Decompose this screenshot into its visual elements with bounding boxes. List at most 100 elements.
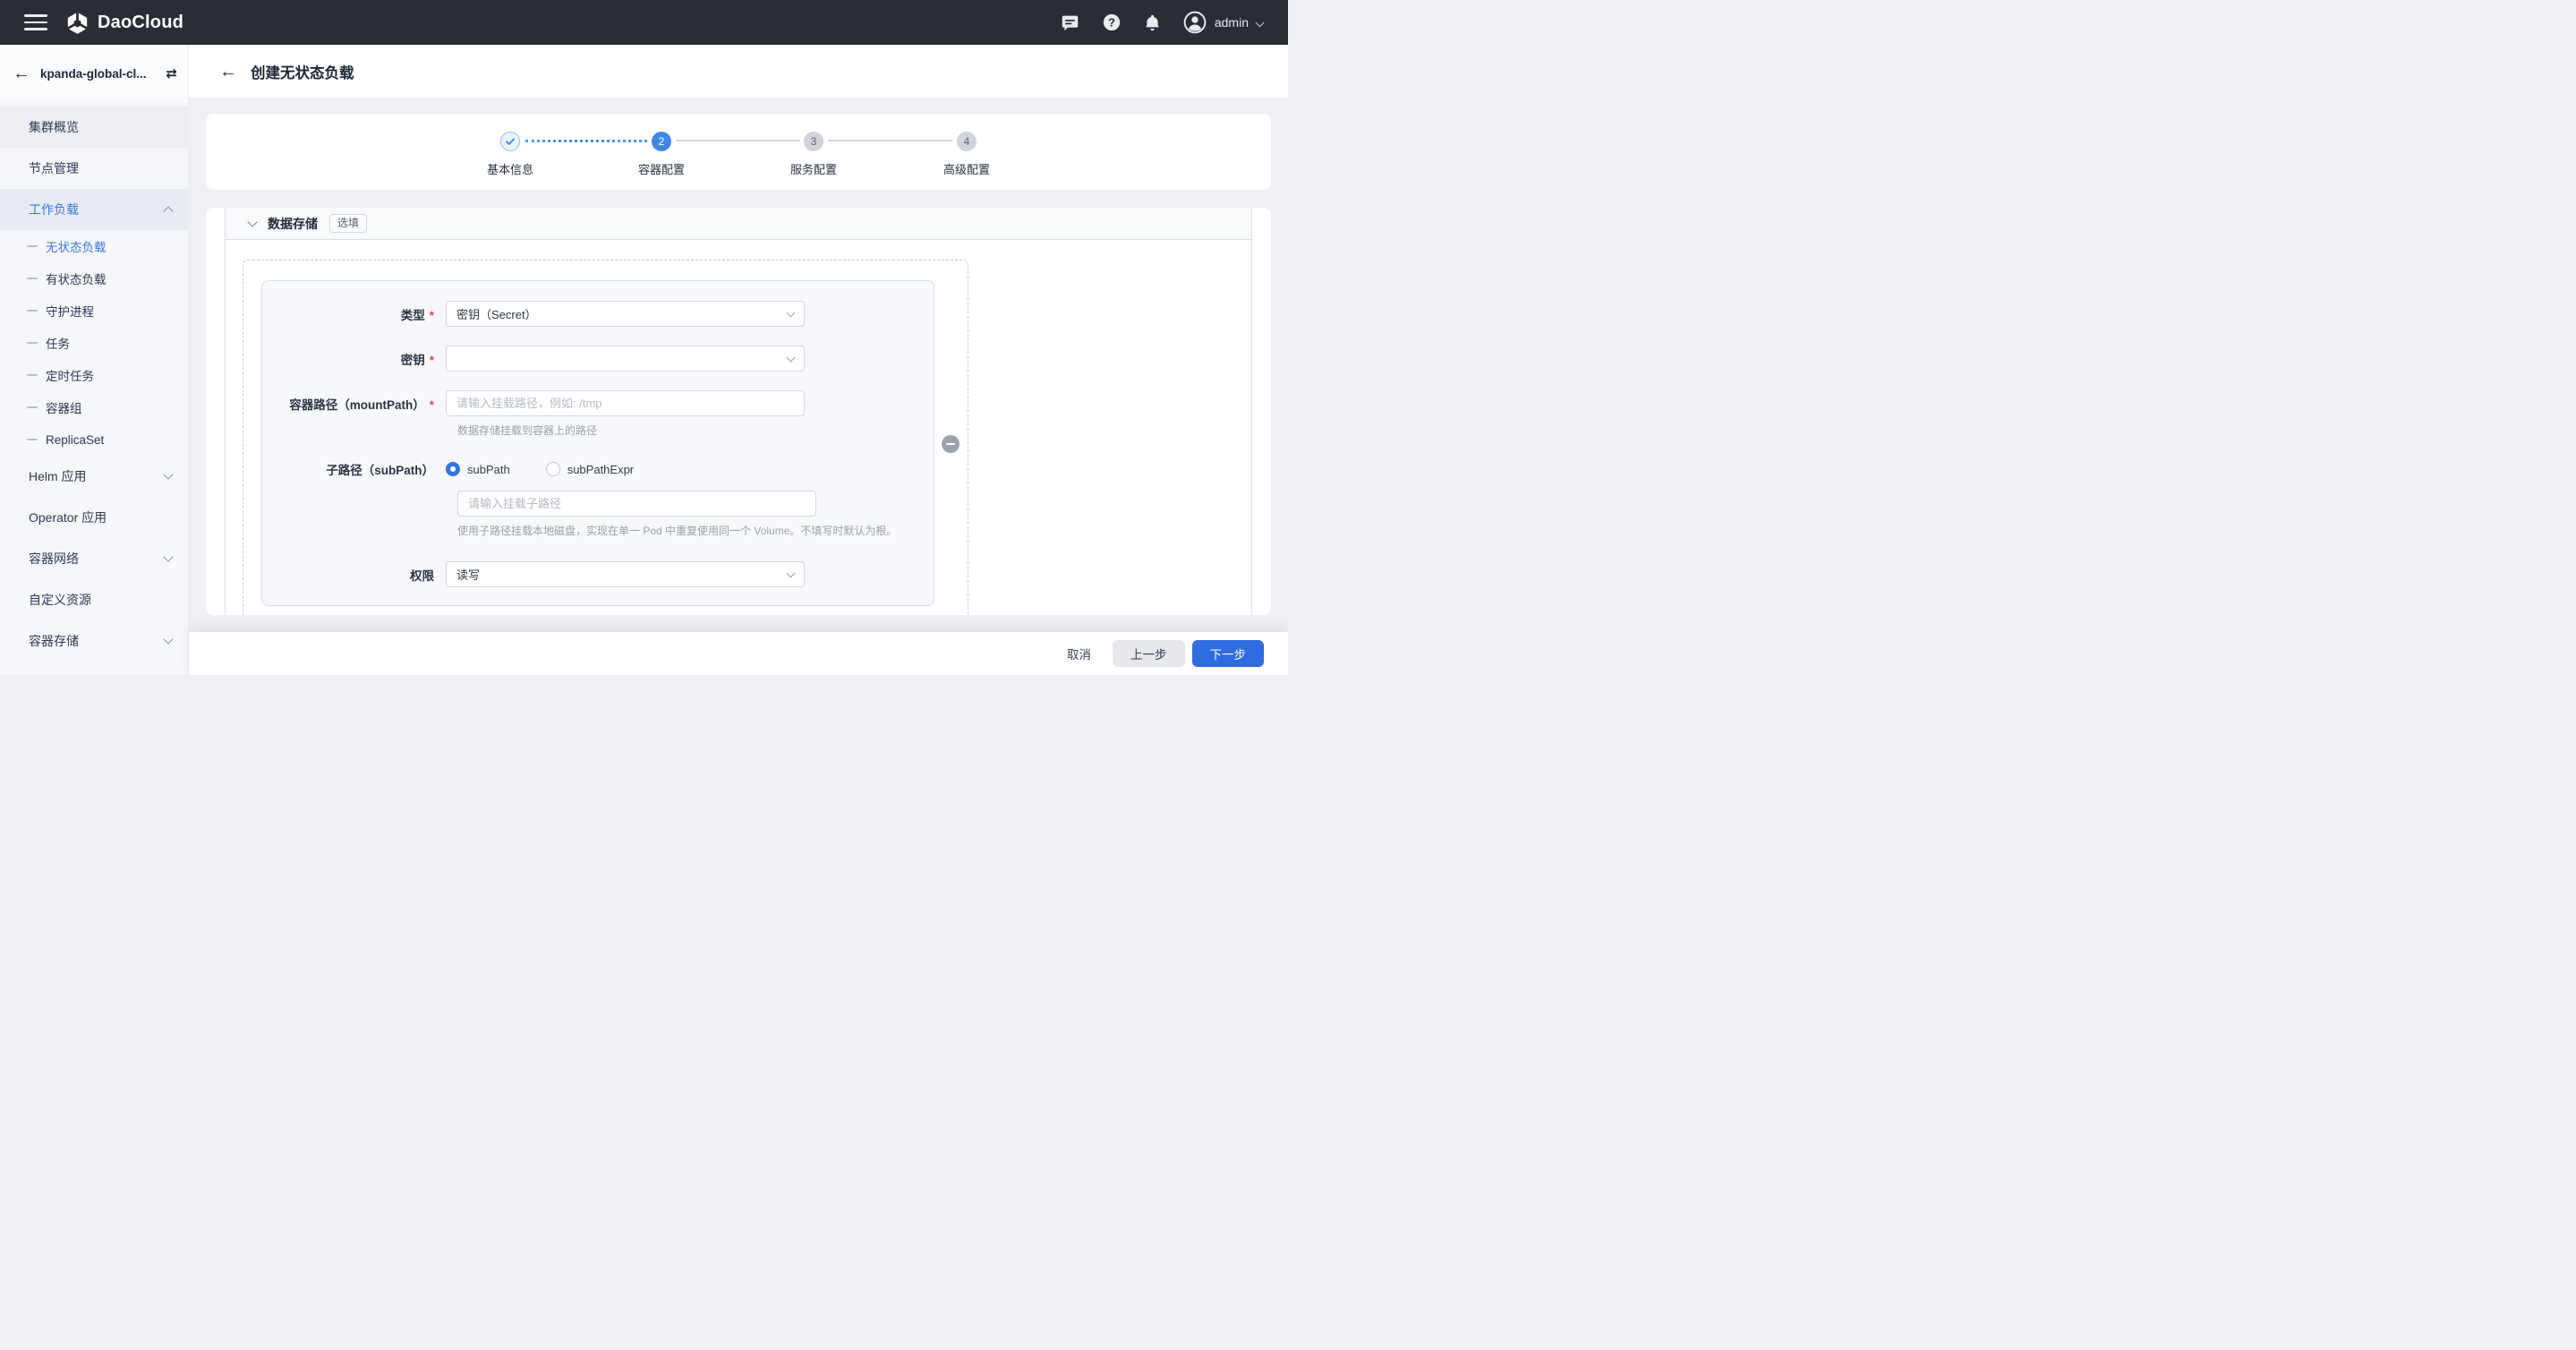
secret-field-row: 密钥 * — [262, 346, 934, 372]
check-icon — [506, 138, 515, 145]
required-asterisk: * — [429, 397, 434, 412]
message-icon[interactable] — [1060, 12, 1081, 33]
screen: DaoCloud ? admin ← kpanda-global-cl... ⇄… — [0, 0, 1288, 675]
minus-icon — [946, 442, 955, 446]
footer-action-bar: 取消 上一步 下一步 — [189, 632, 1288, 675]
dash-icon — [27, 406, 38, 409]
previous-step-button[interactable]: 上一步 — [1113, 640, 1185, 667]
stepper-connector — [676, 140, 800, 141]
chevron-down-icon — [786, 353, 796, 362]
chevron-down-icon — [247, 217, 258, 227]
step-3-label: 服务配置 — [789, 163, 837, 176]
sidebar: ← kpanda-global-cl... ⇄ 集群概览 节点管理 工作负载 无… — [0, 45, 189, 675]
container-config-panel: 数据存储 选填 类型 * 密钥（Secret） 密钥 * 容器路径（mountP… — [206, 208, 1271, 615]
sidebar-item-replicasets[interactable]: ReplicaSet — [0, 423, 188, 456]
notification-bell-icon[interactable] — [1142, 12, 1164, 33]
dash-icon — [27, 277, 38, 280]
volume-entry-container: 类型 * 密钥（Secret） 密钥 * 容器路径（mountPath） * 请… — [243, 260, 968, 615]
remove-volume-button[interactable] — [942, 435, 960, 453]
permission-field-row: 权限 读写 — [262, 561, 934, 587]
hamburger-menu-icon[interactable] — [24, 14, 47, 30]
required-asterisk: * — [429, 353, 434, 367]
sidebar-item-container-storage[interactable]: 容器存储 — [0, 620, 188, 662]
chevron-down-icon — [786, 308, 796, 317]
subpath-label: 子路径（subPath） — [326, 464, 434, 477]
stepper-connector-done — [525, 140, 647, 142]
sidebar-item-jobs[interactable]: 任务 — [0, 327, 188, 359]
sidebar-item-operator-apps[interactable]: Operator 应用 — [0, 497, 188, 538]
required-asterisk: * — [429, 308, 434, 322]
dash-icon — [27, 438, 38, 441]
cancel-button[interactable]: 取消 — [1067, 645, 1091, 662]
permission-select[interactable]: 读写 — [446, 561, 805, 587]
step-1-circle[interactable] — [500, 132, 520, 151]
data-storage-section: 数据存储 选填 类型 * 密钥（Secret） 密钥 * 容器路径（mountP… — [225, 208, 1252, 615]
step-4-circle[interactable]: 4 — [957, 132, 977, 151]
page-header: ← 创建无状态负载 — [189, 45, 1288, 98]
chevron-up-icon — [163, 206, 174, 217]
step-4-label: 高级配置 — [943, 163, 990, 176]
sidebar-item-daemonsets[interactable]: 守护进程 — [0, 295, 188, 327]
radio-unselected-icon — [545, 462, 560, 476]
volume-entry-card: 类型 * 密钥（Secret） 密钥 * 容器路径（mountPath） * 请… — [261, 280, 934, 606]
sidebar-item-cluster-overview[interactable]: 集群概览 — [0, 107, 188, 148]
sidebar-item-deployments[interactable]: 无状态负载 — [0, 230, 188, 262]
subpath-field-row: 子路径（subPath） subPath subPathExpr — [262, 460, 934, 478]
step-2-circle[interactable]: 2 — [652, 132, 671, 151]
stepper-connector — [828, 140, 952, 141]
secret-label: 密钥 * — [400, 353, 434, 367]
step-3-circle[interactable]: 3 — [804, 132, 823, 151]
cluster-back-icon[interactable]: ← — [13, 64, 30, 82]
step-1-label: 基本信息 — [486, 163, 533, 176]
subpath-radio[interactable]: subPath — [446, 462, 510, 476]
permission-label: 权限 — [410, 568, 434, 583]
sidebar-item-workloads[interactable]: 工作负载 — [0, 189, 188, 230]
dash-icon — [27, 341, 38, 345]
sidebar-item-node-management[interactable]: 节点管理 — [0, 148, 188, 189]
dash-icon — [27, 373, 38, 377]
cluster-switch-icon[interactable]: ⇄ — [166, 65, 177, 81]
data-storage-form: 类型 * 密钥（Secret） 密钥 * 容器路径（mountPath） * 请… — [226, 240, 1251, 615]
subpathexpr-radio[interactable]: subPathExpr — [545, 462, 634, 476]
chevron-down-icon — [786, 568, 796, 577]
subpath-radio-group: subPath subPathExpr — [446, 462, 634, 476]
type-select[interactable]: 密钥（Secret） — [446, 301, 805, 327]
sidebar-item-cronjobs[interactable]: 定时任务 — [0, 359, 188, 391]
help-icon[interactable]: ? — [1101, 12, 1122, 33]
radio-selected-icon — [446, 462, 460, 476]
sidebar-item-container-network[interactable]: 容器网络 — [0, 538, 188, 579]
topbar: DaoCloud ? admin — [0, 0, 1288, 45]
sidebar-item-statefulsets[interactable]: 有状态负载 — [0, 262, 188, 295]
subpath-input[interactable] — [457, 491, 816, 517]
page-back-icon[interactable]: ← — [219, 63, 237, 81]
sidebar-item-helm-apps[interactable]: Helm 应用 — [0, 456, 188, 497]
chevron-down-icon — [163, 469, 174, 480]
next-step-button[interactable]: 下一步 — [1191, 640, 1264, 667]
sidebar-menu: 集群概览 节点管理 工作负载 无状态负载 有状态负载 守护进程 任务 定时任务 … — [0, 102, 188, 662]
secret-select[interactable] — [446, 346, 805, 372]
sidebar-item-custom-resources[interactable]: 自定义资源 — [0, 579, 188, 620]
data-storage-collapse-header[interactable]: 数据存储 选填 — [226, 208, 1251, 240]
brand-name: DaoCloud — [98, 12, 184, 32]
dash-icon — [27, 244, 38, 248]
optional-badge: 选填 — [329, 214, 368, 233]
avatar — [1183, 11, 1207, 34]
mountpath-input[interactable] — [446, 390, 805, 416]
sidebar-cluster-header: ← kpanda-global-cl... ⇄ — [0, 45, 188, 102]
username: admin — [1214, 15, 1249, 30]
type-field-row: 类型 * 密钥（Secret） — [262, 301, 934, 327]
chevron-down-icon — [1255, 18, 1265, 27]
daocloud-cube-icon — [67, 12, 88, 34]
chevron-down-icon — [163, 634, 174, 645]
cluster-name[interactable]: kpanda-global-cl... — [40, 67, 156, 81]
sidebar-item-pods[interactable]: 容器组 — [0, 391, 188, 423]
step-2-label: 容器配置 — [637, 163, 685, 176]
mountpath-label: 容器路径（mountPath） * — [289, 397, 434, 412]
chevron-down-icon — [163, 551, 174, 562]
type-label: 类型 * — [400, 308, 434, 322]
user-menu[interactable]: admin — [1183, 11, 1265, 34]
main-area: ← 创建无状态负载 基本信息 2 容器配置 3 服务配置 4 高级配置 数据存储… — [189, 45, 1288, 675]
subpath-help-text: 使用子路径挂载本地磁盘，实现在单一 Pod 中重复使用同一个 Volume。不填… — [457, 525, 898, 537]
mountpath-field-row: 容器路径（mountPath） * — [262, 390, 934, 416]
brand-logo[interactable]: DaoCloud — [65, 11, 183, 35]
